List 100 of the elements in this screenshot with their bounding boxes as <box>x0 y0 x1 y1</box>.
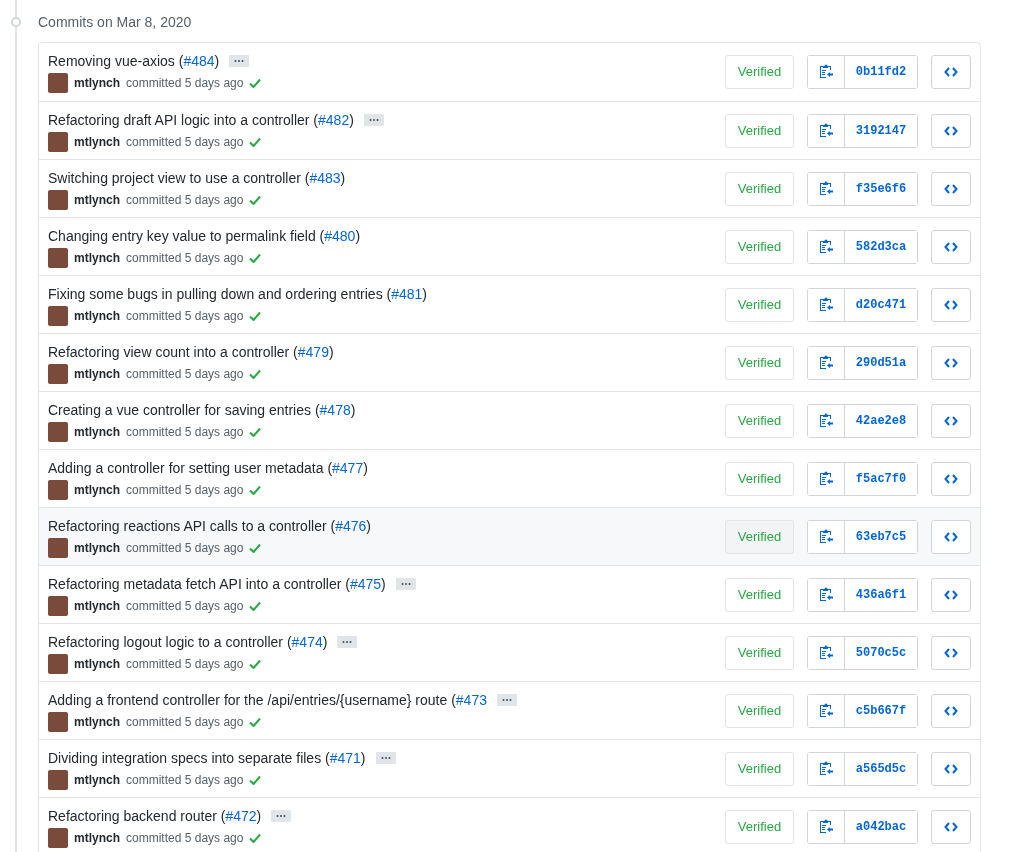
browse-code-button[interactable] <box>931 229 971 264</box>
check-icon[interactable] <box>249 136 262 147</box>
copy-button[interactable] <box>808 288 845 321</box>
avatar-icon[interactable] <box>48 595 68 616</box>
pull-request-link[interactable]: #480 <box>324 227 356 244</box>
pull-request-link[interactable]: #479 <box>297 343 329 360</box>
avatar-icon[interactable] <box>48 363 68 384</box>
author-link[interactable]: mtlynch <box>74 247 120 268</box>
commit-sha-link[interactable]: 63eb7c5 <box>845 520 917 553</box>
verified-button[interactable]: Verified <box>725 693 794 728</box>
browse-code-button[interactable] <box>931 403 971 438</box>
browse-code-button[interactable] <box>931 345 971 380</box>
browse-code-button[interactable] <box>931 113 971 148</box>
pull-request-link[interactable]: #476 <box>335 517 367 534</box>
copy-button[interactable] <box>808 636 845 669</box>
avatar-icon[interactable] <box>48 421 68 442</box>
copy-button[interactable] <box>808 694 845 727</box>
check-icon[interactable] <box>249 716 262 727</box>
pull-request-link[interactable]: #474 <box>291 633 323 650</box>
avatar-icon[interactable] <box>48 131 68 152</box>
pull-request-link[interactable]: #483 <box>309 169 341 186</box>
avatar-icon[interactable] <box>48 711 68 732</box>
copy-button[interactable] <box>808 56 845 88</box>
check-icon[interactable] <box>249 194 262 205</box>
browse-code-button[interactable] <box>931 577 971 612</box>
expand-message-button[interactable] <box>337 635 358 648</box>
browse-code-button[interactable] <box>931 287 971 322</box>
author-link[interactable]: mtlynch <box>74 131 120 152</box>
verified-button[interactable]: Verified <box>725 751 794 786</box>
author-link[interactable]: mtlynch <box>74 595 120 616</box>
check-icon[interactable] <box>249 368 262 379</box>
copy-button[interactable] <box>808 404 845 437</box>
verified-button[interactable]: Verified <box>725 635 794 670</box>
verified-button[interactable]: Verified <box>725 55 794 89</box>
browse-code-button[interactable] <box>931 519 971 554</box>
verified-button[interactable]: Verified <box>725 287 794 322</box>
copy-button[interactable] <box>808 578 845 611</box>
pull-request-link[interactable]: #473 <box>455 691 487 708</box>
check-icon[interactable] <box>249 600 262 611</box>
pull-request-link[interactable]: #481 <box>391 285 423 302</box>
expand-message-button[interactable] <box>375 751 396 764</box>
author-link[interactable]: mtlynch <box>74 305 120 326</box>
copy-button[interactable] <box>808 462 845 495</box>
avatar-icon[interactable] <box>48 537 68 558</box>
avatar-icon[interactable] <box>48 305 68 326</box>
author-link[interactable]: mtlynch <box>74 769 120 790</box>
copy-button[interactable] <box>808 172 845 205</box>
verified-button[interactable]: Verified <box>725 345 794 380</box>
avatar-icon[interactable] <box>48 479 68 500</box>
verified-button[interactable]: Verified <box>725 171 794 206</box>
expand-message-button[interactable] <box>395 577 416 590</box>
author-link[interactable]: mtlynch <box>74 479 120 500</box>
pull-request-link[interactable]: #472 <box>225 807 257 824</box>
avatar-icon[interactable] <box>48 653 68 674</box>
copy-button[interactable] <box>808 230 845 263</box>
avatar-icon[interactable] <box>48 769 68 790</box>
copy-button[interactable] <box>808 520 845 553</box>
pull-request-link[interactable]: #484 <box>183 53 215 69</box>
check-icon[interactable] <box>249 484 262 495</box>
copy-button[interactable] <box>808 114 845 147</box>
author-link[interactable]: mtlynch <box>74 189 120 210</box>
pull-request-link[interactable]: #475 <box>349 575 382 592</box>
browse-code-button[interactable] <box>931 809 971 844</box>
author-link[interactable]: mtlynch <box>74 827 120 848</box>
pull-request-link[interactable]: #482 <box>318 111 350 128</box>
copy-button[interactable] <box>808 752 845 785</box>
browse-code-button[interactable] <box>931 635 971 670</box>
check-icon[interactable] <box>249 774 262 785</box>
browse-code-button[interactable] <box>931 461 971 496</box>
browse-code-button[interactable] <box>931 751 971 786</box>
expand-message-button[interactable] <box>229 55 250 67</box>
copy-button[interactable] <box>808 346 845 379</box>
expand-message-button[interactable] <box>363 113 384 126</box>
check-icon[interactable] <box>249 832 262 843</box>
author-link[interactable]: mtlynch <box>74 363 120 384</box>
author-link[interactable]: mtlynch <box>74 421 120 442</box>
browse-code-button[interactable] <box>931 55 971 89</box>
avatar-icon[interactable] <box>48 247 68 268</box>
avatar-icon[interactable] <box>48 189 68 210</box>
verified-button[interactable]: Verified <box>725 113 794 148</box>
check-icon[interactable] <box>249 542 262 553</box>
author-link[interactable]: mtlynch <box>74 537 120 558</box>
author-link[interactable]: mtlynch <box>74 73 120 93</box>
pull-request-link[interactable]: #477 <box>332 459 364 476</box>
expand-message-button[interactable] <box>271 809 292 822</box>
expand-message-button[interactable] <box>496 693 517 706</box>
browse-code-button[interactable] <box>931 693 971 728</box>
check-icon[interactable] <box>249 252 262 263</box>
verified-button[interactable]: Verified <box>725 229 794 264</box>
copy-button[interactable] <box>808 810 845 843</box>
author-link[interactable]: mtlynch <box>74 653 120 674</box>
verified-button[interactable]: Verified <box>725 519 794 554</box>
check-icon[interactable] <box>249 78 262 88</box>
avatar-icon[interactable] <box>48 827 68 848</box>
check-icon[interactable] <box>249 658 262 669</box>
pull-request-link[interactable]: #471 <box>329 749 361 766</box>
verified-button[interactable]: Verified <box>725 461 794 496</box>
verified-button[interactable]: Verified <box>725 403 794 438</box>
author-link[interactable]: mtlynch <box>74 711 120 732</box>
check-icon[interactable] <box>249 310 262 321</box>
